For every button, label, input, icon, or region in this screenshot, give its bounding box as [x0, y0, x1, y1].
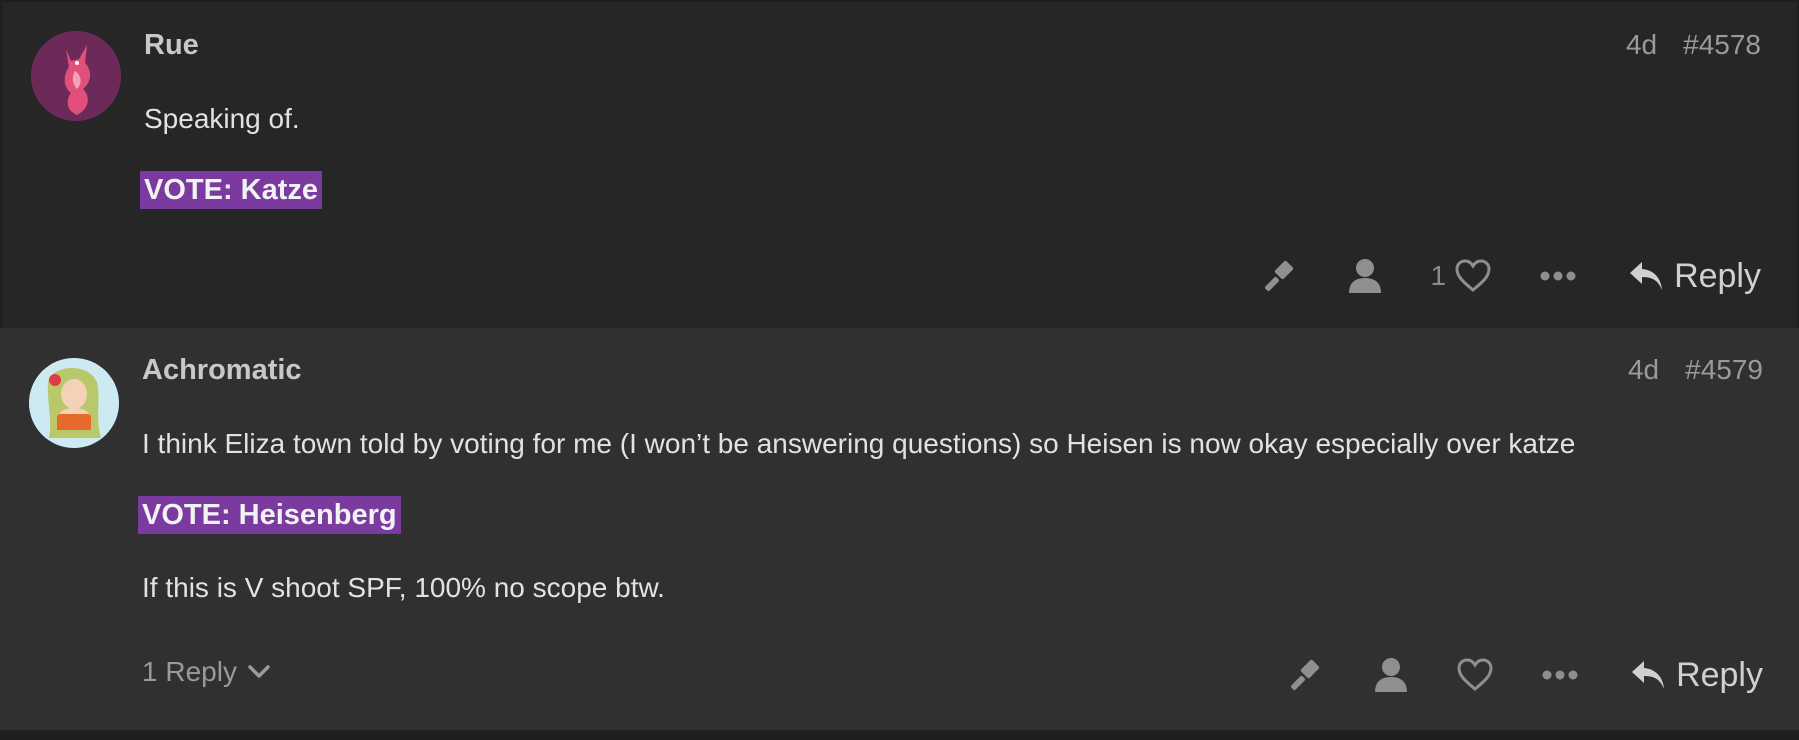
like-count: 1	[1430, 260, 1447, 291]
post-username[interactable]: Achromatic	[142, 354, 302, 387]
post-paragraph: I think Eliza town told by voting for me…	[142, 428, 1576, 459]
reply-arrow-icon	[1632, 661, 1665, 689]
replies-toggle[interactable]: 1 Reply	[142, 656, 271, 688]
vote-highlight: VOTE: Katze	[140, 171, 323, 209]
vote-highlight: VOTE: Heisenberg	[138, 496, 401, 534]
post-actions: Reply	[1242, 655, 1763, 695]
bottom-divider	[0, 730, 1799, 740]
user-icon	[1375, 658, 1408, 692]
heart-icon	[1455, 259, 1491, 292]
post-age[interactable]: 4d	[1626, 29, 1657, 60]
post-4578: Rue 4d #4578 Speaking of. VOTE: Katze 1	[0, 0, 1799, 328]
like-button[interactable]	[1456, 658, 1494, 692]
post-number[interactable]: #4578	[1683, 29, 1761, 60]
post-meta: 4d #4579	[1602, 354, 1763, 386]
more-icon	[1542, 670, 1578, 680]
gavel-button[interactable]	[1290, 657, 1326, 693]
chevron-down-icon	[248, 665, 270, 678]
post-number[interactable]: #4579	[1685, 354, 1763, 385]
reply-label: Reply	[1674, 256, 1761, 295]
post-username[interactable]: Rue	[144, 29, 199, 62]
gavel-icon	[1265, 260, 1294, 291]
gavel-button[interactable]	[1264, 258, 1300, 294]
more-icon	[1540, 271, 1576, 281]
avatar-rue[interactable]	[31, 31, 121, 121]
post-meta: 4d #4578	[1600, 29, 1761, 61]
reply-button[interactable]: Reply	[1628, 257, 1761, 296]
avatar-achromatic[interactable]	[29, 358, 119, 448]
user-button[interactable]	[1374, 657, 1408, 693]
more-button[interactable]	[1542, 670, 1578, 680]
reply-arrow-icon	[1630, 262, 1663, 290]
post-age[interactable]: 4d	[1628, 354, 1659, 385]
post-4579: Achromatic 4d #4579 I think Eliza town to…	[0, 328, 1799, 730]
reply-label: Reply	[1676, 655, 1763, 694]
heart-icon	[1457, 658, 1493, 691]
post-paragraph: If this is V shoot SPF, 100% no scope bt…	[142, 572, 665, 603]
like-button[interactable]: 1	[1430, 259, 1492, 293]
more-button[interactable]	[1540, 271, 1576, 281]
replies-count-label: 1 Reply	[142, 656, 237, 687]
post-paragraph: Speaking of.	[144, 103, 300, 134]
gavel-icon	[1291, 659, 1320, 690]
post-actions: 1 Reply	[1216, 256, 1761, 296]
user-button[interactable]	[1348, 258, 1382, 294]
reply-button[interactable]: Reply	[1630, 656, 1763, 695]
user-icon	[1349, 259, 1382, 293]
